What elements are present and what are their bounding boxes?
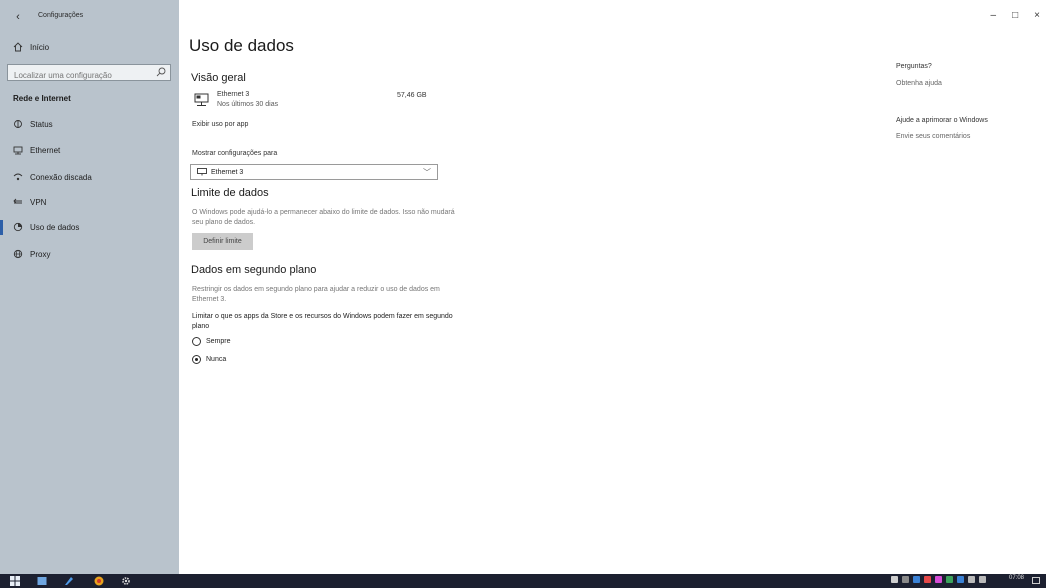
- system-tray: [891, 576, 986, 583]
- radio-never[interactable]: Nunca: [192, 355, 226, 364]
- network-select[interactable]: Ethernet 3 ﹀: [190, 164, 438, 180]
- search-icon[interactable]: [156, 67, 166, 77]
- usage-period: Nos últimos 30 dias: [217, 101, 279, 108]
- sidebar-item-label: Conexão discada: [30, 172, 92, 182]
- sidebar-item-data-usage[interactable]: Uso de dados: [0, 215, 179, 239]
- usage-value: 57,46 GB: [397, 92, 427, 99]
- sidebar-item-status[interactable]: Status: [0, 112, 179, 136]
- clock[interactable]: 07:08: [1009, 575, 1024, 581]
- vpn-icon: [11, 195, 25, 209]
- radio-label: Nunca: [206, 356, 227, 363]
- ethernet-monitor-icon: [194, 93, 209, 106]
- data-limit-description: O Windows pode ajudá-lo a permanecer aba…: [192, 209, 455, 226]
- sidebar-item-label: Status: [30, 119, 53, 129]
- get-help-link[interactable]: Obtenha ajuda: [896, 80, 942, 87]
- app-tray-icon[interactable]: [924, 576, 931, 583]
- feedback-link[interactable]: Envie seus comentários: [896, 133, 970, 140]
- page-title: Uso de dados: [189, 36, 294, 55]
- settings-gear-icon[interactable]: [121, 576, 131, 586]
- network-name: Ethernet 3: [217, 91, 250, 98]
- show-settings-label: Mostrar configurações para: [192, 150, 278, 157]
- ethernet-icon: [197, 168, 207, 176]
- sidebar-item-dialup[interactable]: Conexão discada: [0, 165, 179, 189]
- proxy-icon: [11, 247, 25, 261]
- sidebar-item-home[interactable]: Início: [0, 35, 179, 59]
- close-button[interactable]: ×: [1034, 10, 1040, 21]
- search-box[interactable]: [7, 64, 171, 83]
- radio-circle[interactable]: [192, 337, 201, 346]
- questions-heading: Perguntas?: [896, 63, 932, 70]
- windows-start-icon[interactable]: [10, 576, 20, 586]
- section-heading: Rede e Internet: [13, 94, 71, 103]
- maximize-button[interactable]: □: [1012, 10, 1018, 21]
- sidebar: ‹ Configurações Início Rede e Internet S…: [0, 0, 179, 574]
- background-data-heading: Dados em segundo plano: [191, 264, 317, 276]
- status-icon: [11, 117, 25, 131]
- radio-always[interactable]: Sempre: [192, 337, 231, 346]
- sidebar-item-label: Ethernet: [30, 145, 61, 155]
- overview-heading: Visão geral: [191, 72, 246, 84]
- minimize-button[interactable]: –: [991, 10, 997, 21]
- radio-label: Sempre: [206, 338, 231, 345]
- chevron-down-icon: ﹀: [423, 168, 431, 177]
- home-icon: [11, 40, 25, 54]
- data-limit-heading: Limite de dados: [191, 187, 269, 199]
- sidebar-item-label: VPN: [30, 197, 47, 207]
- search-input[interactable]: [8, 68, 154, 83]
- chevron-up-icon[interactable]: [902, 576, 909, 583]
- app-tray-icon[interactable]: [946, 576, 953, 583]
- background-data-description: Restringir os dados em segundo plano par…: [192, 286, 440, 303]
- notification-center-icon[interactable]: [1032, 577, 1040, 584]
- app-tray-icon[interactable]: [957, 576, 964, 583]
- sidebar-item-label: Uso de dados: [30, 222, 80, 232]
- background-limit-label: Limitar o que os apps da Store e os recu…: [192, 313, 453, 330]
- task-view-icon[interactable]: [37, 576, 47, 586]
- people-icon[interactable]: [891, 576, 898, 583]
- sidebar-item-label: Proxy: [30, 249, 51, 259]
- app-tray-icon[interactable]: [913, 576, 920, 583]
- sidebar-item-vpn[interactable]: VPN: [0, 190, 179, 214]
- taskbar: 07:08: [0, 574, 1046, 588]
- back-button[interactable]: ‹: [11, 10, 25, 24]
- sidebar-item-ethernet[interactable]: Ethernet: [0, 138, 179, 162]
- network-icon[interactable]: [968, 576, 975, 583]
- sidebar-item-proxy[interactable]: Proxy: [0, 242, 179, 266]
- volume-icon[interactable]: [979, 576, 986, 583]
- dialup-icon: [11, 170, 25, 184]
- window-controls: – □ ×: [991, 10, 1040, 21]
- improve-windows-heading: Ajude a aprimorar o Windows: [896, 117, 988, 124]
- radio-circle-selected[interactable]: [192, 355, 201, 364]
- main-content: – □ × Uso de dados Visão geral Ethernet …: [179, 0, 1046, 574]
- pen-app-icon[interactable]: [64, 576, 74, 586]
- browser-icon[interactable]: [94, 576, 104, 586]
- sidebar-item-label: Início: [30, 42, 50, 52]
- title-bar: ‹ Configurações: [0, 0, 179, 34]
- set-limit-button[interactable]: Definir limite: [192, 233, 253, 250]
- app-title: Configurações: [38, 12, 84, 19]
- app-tray-icon[interactable]: [935, 576, 942, 583]
- usage-per-app-link[interactable]: Exibir uso por app: [192, 121, 248, 128]
- ethernet-icon: [11, 143, 25, 157]
- data-usage-icon: [11, 220, 25, 234]
- selected-network: Ethernet 3: [211, 168, 244, 176]
